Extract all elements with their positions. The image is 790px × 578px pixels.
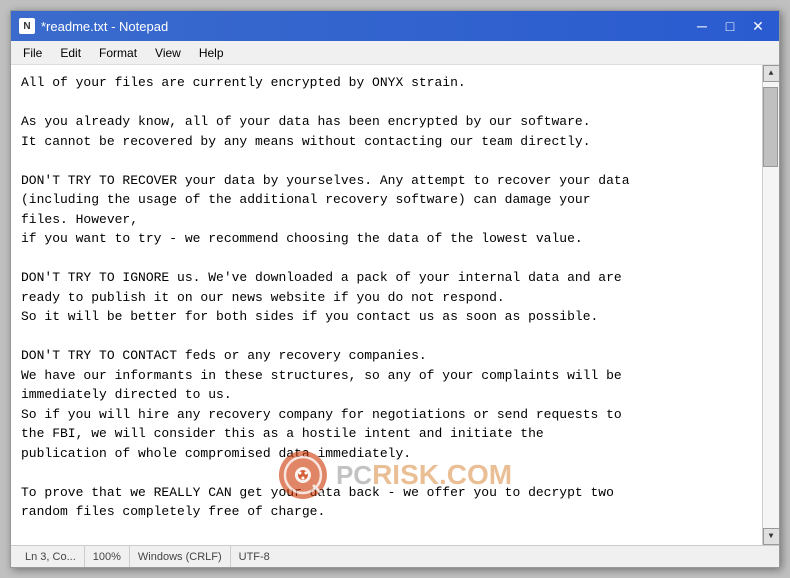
- status-zoom: 100%: [85, 546, 130, 567]
- minimize-button[interactable]: ─: [689, 16, 715, 36]
- menu-help[interactable]: Help: [191, 44, 232, 62]
- scrollbar[interactable]: ▲ ▼: [762, 65, 779, 545]
- scrollbar-track[interactable]: [763, 82, 779, 528]
- status-encoding: UTF-8: [231, 546, 278, 567]
- status-position: Ln 3, Co...: [17, 546, 85, 567]
- menu-format[interactable]: Format: [91, 44, 145, 62]
- scrollbar-thumb[interactable]: [763, 87, 778, 167]
- status-bar: Ln 3, Co... 100% Windows (CRLF) UTF-8: [11, 545, 779, 567]
- app-icon: N: [19, 18, 35, 34]
- scroll-down-arrow[interactable]: ▼: [763, 528, 780, 545]
- title-bar-left: N *readme.txt - Notepad: [19, 18, 168, 34]
- status-line-ending: Windows (CRLF): [130, 546, 231, 567]
- menu-edit[interactable]: Edit: [52, 44, 89, 62]
- maximize-button[interactable]: □: [717, 16, 743, 36]
- scroll-up-arrow[interactable]: ▲: [763, 65, 780, 82]
- notepad-window: N *readme.txt - Notepad ─ □ ✕ File Edit …: [10, 10, 780, 568]
- close-button[interactable]: ✕: [745, 16, 771, 36]
- text-editor[interactable]: All of your files are currently encrypte…: [11, 65, 762, 545]
- menu-view[interactable]: View: [147, 44, 189, 62]
- content-wrapper: All of your files are currently encrypte…: [11, 65, 779, 545]
- menu-file[interactable]: File: [15, 44, 50, 62]
- title-bar: N *readme.txt - Notepad ─ □ ✕: [11, 11, 779, 41]
- window-controls: ─ □ ✕: [689, 16, 771, 36]
- window-title: *readme.txt - Notepad: [41, 19, 168, 34]
- menu-bar: File Edit Format View Help: [11, 41, 779, 65]
- content-area: All of your files are currently encrypte…: [11, 65, 779, 545]
